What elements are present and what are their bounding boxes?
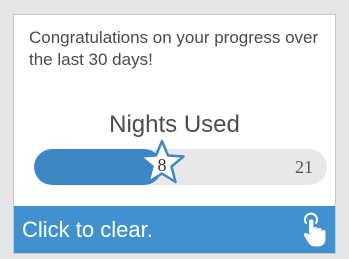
progress-value: 8 [157,155,167,175]
clear-button[interactable]: Click to clear. [14,206,335,253]
metric-title: Nights Used [109,111,240,138]
congratulations-message: Congratulations on your progress over th… [29,28,319,69]
progress-star-marker: 8 [138,138,186,186]
hand-pointer-icon [303,212,326,247]
clear-button-label: Click to clear. [22,217,153,242]
progress-max-label: 21 [295,157,313,177]
progress-card: Congratulations on your progress over th… [13,14,336,254]
